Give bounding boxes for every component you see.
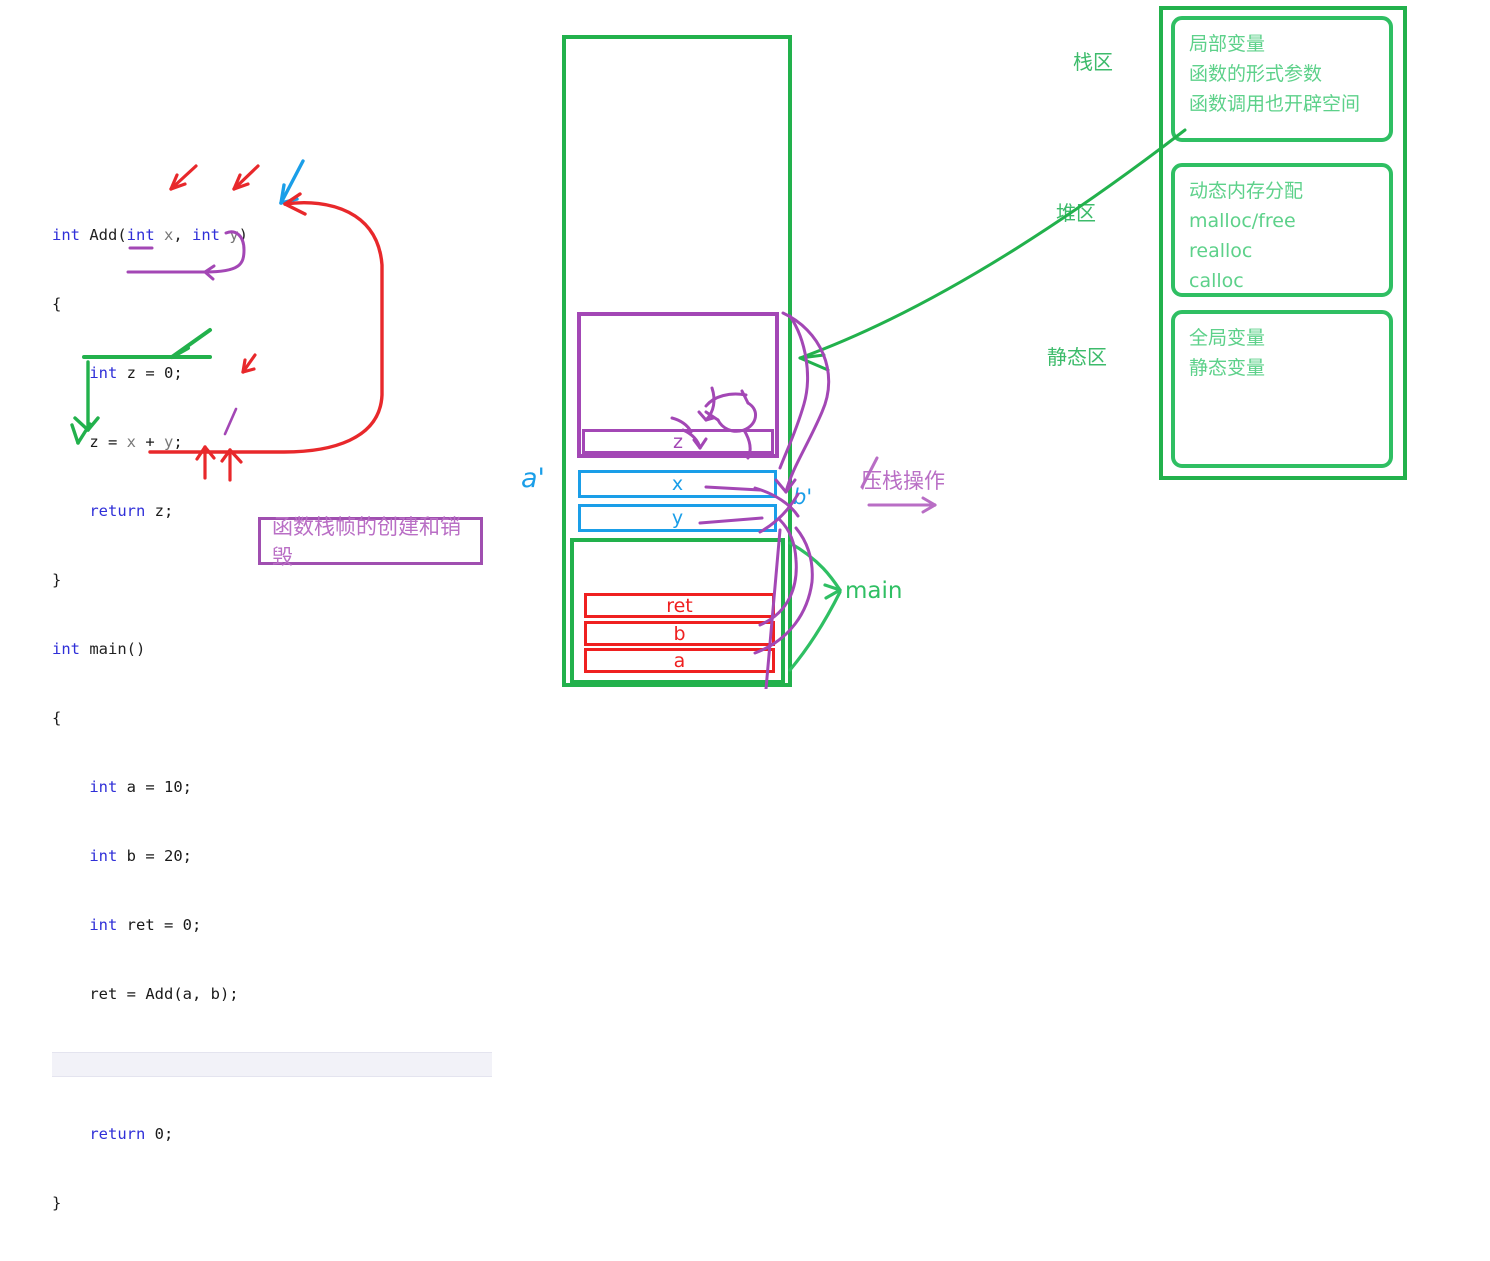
code-line: return 0;	[52, 1123, 492, 1146]
label-push-operation: 压栈操作	[861, 469, 945, 493]
code-token: Add(	[89, 226, 127, 244]
code-line-highlighted	[52, 1052, 492, 1077]
caption-text: 函数栈帧的创建和销毁	[272, 515, 461, 569]
code-token: z = 0;	[126, 364, 183, 382]
stack-slot-a: a	[584, 648, 775, 673]
zone-label-static: 静态区	[1047, 347, 1107, 369]
heap-zone-line: malloc/free	[1189, 210, 1296, 232]
stack-slot-x: x	[578, 470, 777, 498]
green-connector-stack-to-zone	[798, 128, 1187, 372]
code-token: }	[52, 1194, 62, 1212]
heap-zone-box: 动态内存分配 malloc/free realloc calloc	[1171, 163, 1393, 297]
code-line: int b = 20;	[52, 845, 492, 868]
code-token: )	[238, 226, 249, 244]
code-token: +	[136, 433, 164, 451]
code-token: x	[163, 226, 174, 244]
code-token: a = 10;	[126, 778, 192, 796]
code-editor[interactable]: int Add(int x, int y) { int z = 0; z = x…	[52, 178, 492, 1212]
code-line: int Add(int x, int y)	[52, 224, 492, 247]
stack-slot-z: z	[582, 429, 774, 454]
code-line: int z = 0;	[52, 362, 492, 385]
code-token: int	[89, 778, 127, 796]
code-token: int	[52, 226, 90, 244]
label-main-frame: main	[845, 578, 903, 604]
stack-zone-line: 函数调用也开辟空间	[1189, 93, 1361, 115]
code-token: ret = Add(a, b);	[52, 985, 239, 1003]
heap-zone-line: calloc	[1189, 270, 1244, 292]
code-line: }	[52, 569, 492, 592]
stack-slot-b: b	[584, 621, 775, 646]
code-token: main()	[89, 640, 146, 658]
heap-zone-line: realloc	[1189, 240, 1253, 262]
zone-label-stack: 栈区	[1073, 52, 1113, 74]
caption-box: 函数栈帧的创建和销毁	[258, 515, 483, 569]
code-token: int	[52, 640, 90, 658]
code-token: int	[89, 916, 127, 934]
code-token: {	[52, 295, 62, 313]
code-token: }	[52, 571, 62, 589]
stack-slot-ret: ret	[584, 593, 775, 618]
static-zone-line: 静态变量	[1189, 357, 1266, 379]
heap-zone-line: 动态内存分配	[1189, 180, 1304, 202]
code-token: x	[126, 433, 136, 451]
code-token: int	[89, 847, 127, 865]
stack-zone-box: 局部变量 函数的形式参数 函数调用也开辟空间	[1171, 16, 1393, 142]
code-line: int ret = 0;	[52, 914, 492, 937]
code-line: int a = 10;	[52, 776, 492, 799]
code-token: 0;	[154, 1125, 174, 1143]
label-a-prime: a'	[521, 463, 545, 494]
code-token: int	[126, 226, 164, 244]
zone-label-heap: 堆区	[1056, 203, 1096, 225]
code-token: y	[164, 433, 174, 451]
code-token: return	[89, 502, 155, 520]
code-line: {	[52, 707, 492, 730]
label-b-prime: b'	[793, 485, 813, 509]
code-token: return	[89, 1125, 155, 1143]
stack-zone-line: 局部变量	[1189, 33, 1266, 55]
stack-slot-y: y	[578, 504, 777, 532]
code-token: y	[229, 226, 239, 244]
code-token: int	[192, 226, 230, 244]
code-token: z =	[52, 433, 127, 451]
static-zone-box: 全局变量 静态变量	[1171, 310, 1393, 468]
code-token: int	[89, 364, 127, 382]
static-zone-line: 全局变量	[1189, 327, 1266, 349]
code-line: }	[52, 1192, 492, 1215]
code-token: z;	[154, 502, 174, 520]
code-line: ret = Add(a, b);	[52, 983, 492, 1006]
code-token: b = 20;	[126, 847, 192, 865]
green-main-label-pointer	[788, 541, 842, 672]
code-token: ;	[173, 433, 183, 451]
code-line: z = x + y;	[52, 431, 492, 454]
code-line: int main()	[52, 638, 492, 661]
stack-zone-line: 函数的形式参数	[1189, 63, 1323, 85]
code-token: ret = 0;	[126, 916, 202, 934]
code-token: {	[52, 709, 62, 727]
code-line: {	[52, 293, 492, 316]
code-token: ,	[173, 226, 192, 244]
